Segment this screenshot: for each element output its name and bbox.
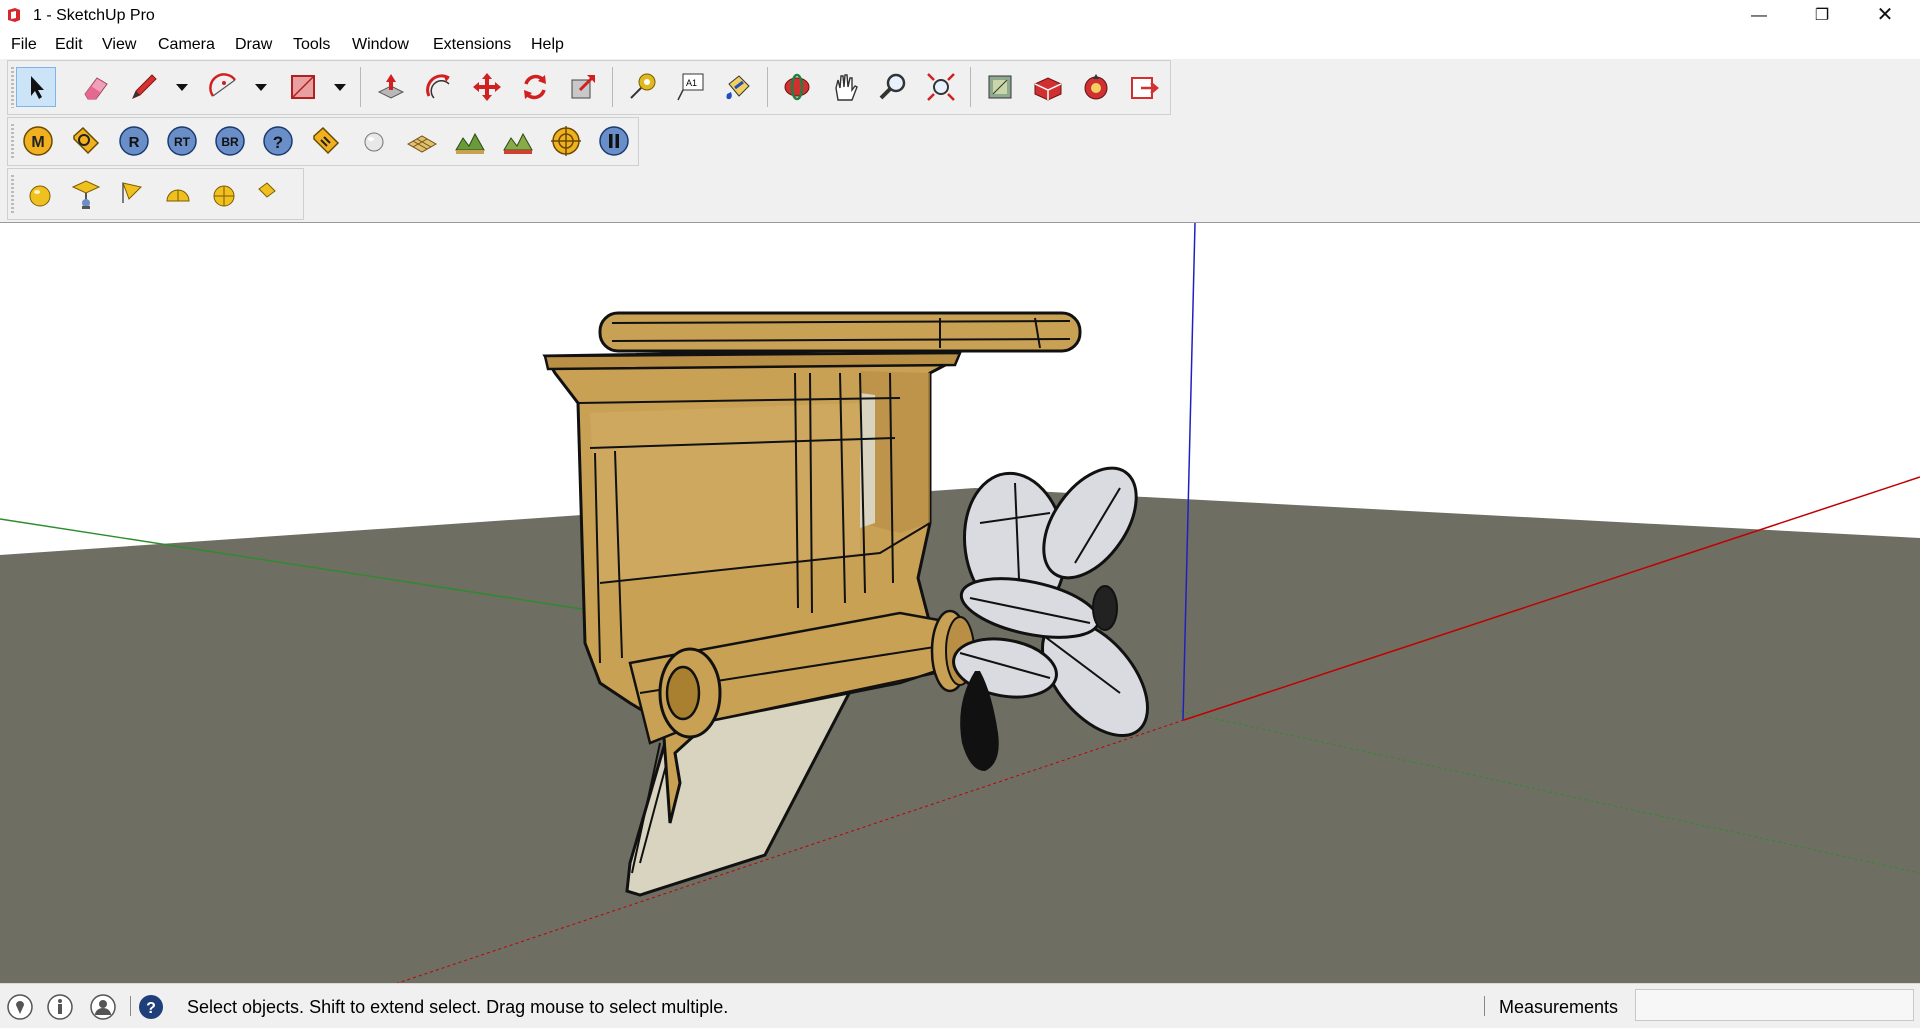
dome-light-icon[interactable] (158, 174, 198, 214)
scale-icon[interactable] (563, 67, 603, 107)
credits-icon[interactable] (46, 993, 74, 1021)
ground-plane-icon[interactable] (402, 121, 442, 161)
orbit-icon[interactable] (777, 67, 817, 107)
menu-view[interactable]: View (102, 36, 136, 54)
tape-measure-icon[interactable] (622, 67, 662, 107)
svg-text:A1: A1 (686, 78, 697, 88)
light-edit-icon[interactable] (250, 174, 290, 214)
instructor-help-icon[interactable]: ? (137, 993, 165, 1021)
ground-plane (0, 488, 1920, 984)
text-label-icon[interactable]: A1 (670, 67, 710, 107)
render-icon[interactable]: R (114, 121, 154, 161)
sketchup-logo-icon (8, 8, 20, 22)
geo-location-icon[interactable] (6, 993, 34, 1021)
close-button[interactable]: ✕ (1854, 0, 1916, 31)
tag-editor-icon[interactable] (66, 121, 106, 161)
extension-warehouse-icon[interactable] (1028, 67, 1068, 107)
batch-render-icon[interactable]: BR (210, 121, 250, 161)
menu-draw[interactable]: Draw (235, 36, 272, 54)
tag-icon[interactable] (306, 121, 346, 161)
pencil-icon[interactable] (124, 67, 164, 107)
help-icon[interactable]: ? (258, 121, 298, 161)
arc-icon[interactable] (204, 67, 244, 107)
menu-tools[interactable]: Tools (293, 36, 330, 54)
minimize-button[interactable]: — (1728, 0, 1790, 31)
pan-icon[interactable] (825, 67, 865, 107)
measurements-input[interactable] (1635, 989, 1914, 1021)
omni-light-icon[interactable] (20, 174, 60, 214)
zoom-icon[interactable] (873, 67, 913, 107)
layout-icon[interactable] (1076, 67, 1116, 107)
render-toolbar: M R RT BR ? (7, 117, 639, 166)
user-account-icon[interactable] (89, 993, 117, 1021)
status-bar: ? Select objects. Shift to extend select… (0, 983, 1920, 1028)
toolbar-separator (612, 67, 613, 107)
target-icon[interactable] (546, 121, 586, 161)
toolbar-grip[interactable] (11, 175, 14, 213)
push-pull-icon[interactable] (371, 67, 411, 107)
toolbar-separator (767, 67, 768, 107)
sphere-light-icon[interactable] (204, 174, 244, 214)
measurements-label: Measurements (1499, 997, 1619, 1017)
batch-render-label: BR (221, 135, 239, 149)
3d-warehouse-icon[interactable] (980, 67, 1020, 107)
rectangle-dropdown-icon[interactable] (331, 67, 349, 107)
window-title: 1 - SketchUp Pro (33, 7, 155, 24)
rectangle-icon[interactable] (283, 67, 323, 107)
pause-icon[interactable] (594, 121, 634, 161)
svg-text:?: ? (146, 1000, 156, 1017)
model-viewport[interactable] (0, 222, 1920, 984)
menu-camera[interactable]: Camera (158, 36, 215, 54)
select-icon[interactable] (16, 67, 56, 107)
render-tile-label: RT (174, 135, 191, 149)
rotate-icon[interactable] (515, 67, 555, 107)
status-divider (1484, 996, 1485, 1016)
render-tile-icon[interactable]: RT (162, 121, 202, 161)
spot-light-icon[interactable] (66, 174, 106, 214)
landscape-icon[interactable] (450, 121, 490, 161)
zoom-extents-icon[interactable] (921, 67, 961, 107)
flag-light-icon[interactable] (112, 174, 152, 214)
send-to-layout-icon[interactable] (1124, 67, 1164, 107)
arc-dropdown-icon[interactable] (252, 67, 270, 107)
toolbar-grip[interactable] (11, 124, 14, 159)
paint-bucket-icon[interactable] (718, 67, 758, 107)
material-editor-icon[interactable]: M (18, 121, 58, 161)
menu-extensions[interactable]: Extensions (433, 36, 511, 54)
toolbar-separator (360, 67, 361, 107)
landscape-edit-icon[interactable] (498, 121, 538, 161)
help-label: ? (273, 133, 283, 152)
render-label: R (129, 134, 140, 151)
material-editor-label: M (31, 134, 44, 151)
menu-window[interactable]: Window (352, 36, 409, 54)
sphere-icon[interactable] (354, 121, 394, 161)
menu-help[interactable]: Help (531, 36, 564, 54)
eraser-icon[interactable] (76, 67, 116, 107)
menu-file[interactable]: File (11, 36, 37, 54)
pencil-dropdown-icon[interactable] (173, 67, 191, 107)
menu-edit[interactable]: Edit (55, 36, 83, 54)
status-message: Select objects. Shift to extend select. … (187, 997, 729, 1017)
move-icon[interactable] (467, 67, 507, 107)
toolbar-grip[interactable] (11, 67, 14, 108)
menu-bar: File Edit View Camera Draw Tools Window … (0, 31, 1920, 59)
status-divider (130, 996, 131, 1016)
main-toolbar: A1 (7, 60, 1171, 115)
offset-icon[interactable] (419, 67, 459, 107)
maximize-button[interactable]: ❐ (1791, 0, 1853, 31)
toolbar-separator (970, 67, 971, 107)
title-bar: 1 - SketchUp Pro — ❐ ✕ (0, 0, 1920, 31)
lights-toolbar (7, 168, 304, 220)
